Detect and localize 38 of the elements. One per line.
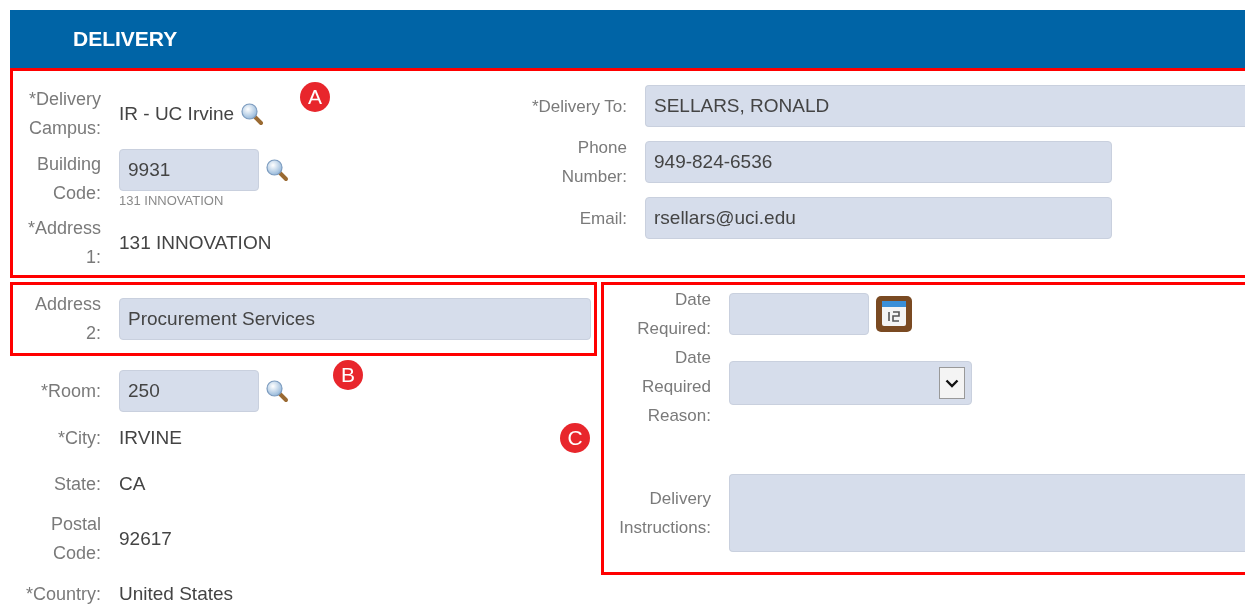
search-icon[interactable] xyxy=(240,102,265,126)
field-label: Date Required: xyxy=(636,289,711,340)
section-title: DELIVERY xyxy=(73,27,178,51)
chevron-icon xyxy=(945,378,959,388)
field-label: *Room: xyxy=(39,379,101,403)
text-field[interactable]: 250 xyxy=(119,370,259,412)
field-value: IRVINE xyxy=(119,427,182,449)
search-icon[interactable] xyxy=(265,379,289,403)
field-hint: 131 INNOVATION xyxy=(119,193,225,208)
text-field[interactable]: SELLARS, RONALD xyxy=(645,85,1245,127)
field-value: IR - UC Irvine xyxy=(119,103,235,125)
field-label: *Delivery Campus: xyxy=(27,88,101,140)
field-label: *City: xyxy=(57,426,101,450)
field-label: Delivery Instructions: xyxy=(618,488,711,539)
text-field[interactable]: 949-824-6536 xyxy=(645,141,1112,183)
field-label: State: xyxy=(52,472,101,496)
annotation-marker: C xyxy=(560,423,590,453)
annotation-marker: B xyxy=(333,360,363,390)
annotation-marker: A xyxy=(300,82,330,112)
date-field[interactable] xyxy=(729,293,869,335)
field-value: United States xyxy=(119,583,234,605)
field-label: Address 2: xyxy=(33,293,101,345)
calendar-icon[interactable] xyxy=(875,295,913,333)
search-icon[interactable] xyxy=(265,158,289,182)
text-field[interactable]: rsellars@uci.edu xyxy=(645,197,1112,239)
text-field[interactable]: 9931 xyxy=(119,149,259,191)
field-label: Date Required Reason: xyxy=(641,347,711,427)
text-field[interactable]: Procurement Services xyxy=(119,298,591,340)
field-label: *Delivery To: xyxy=(531,95,627,118)
field-value: 92617 xyxy=(119,528,172,550)
field-label: *Country: xyxy=(24,582,101,606)
field-label: Postal Code: xyxy=(49,513,101,565)
field-label: Email: xyxy=(578,207,627,230)
field-label: Building Code: xyxy=(35,152,101,205)
field-label: *Address 1: xyxy=(26,217,101,269)
field-value: 131 INNOVATION xyxy=(119,232,272,254)
field-value: CA xyxy=(119,473,146,495)
field-label: Phone Number: xyxy=(560,137,627,188)
